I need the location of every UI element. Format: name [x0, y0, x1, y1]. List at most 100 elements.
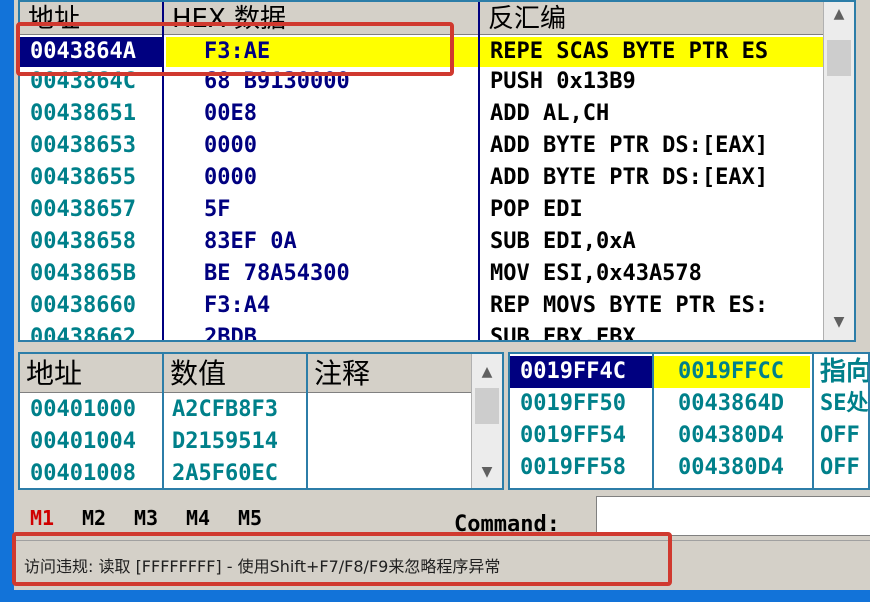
row-hex: F3:A4 [204, 293, 271, 318]
row-asm: ADD AL,CH [490, 101, 610, 126]
stack-address: 0019FF58 [520, 455, 626, 480]
row-address: 00438662 [30, 325, 136, 342]
stack-value: 004380D4 [678, 423, 784, 448]
stack-comment: OFF [820, 423, 860, 448]
disasm-scrollbar[interactable]: ▲ ▼ [823, 2, 854, 340]
scroll-thumb[interactable] [475, 388, 499, 424]
stack-address: 0019FF4C [520, 359, 626, 384]
dump-pane[interactable]: 地址 数值 注释 00401000 A2CFB8F3 00401004 D215… [18, 352, 504, 490]
column-divider [162, 354, 164, 488]
row-address: 00438655 [30, 165, 136, 190]
disasm-row[interactable]: 0043864A F3:AE REPE SCAS BYTE PTR ES [20, 36, 826, 68]
header-address[interactable]: 地址 [20, 2, 164, 34]
dump-address: 00401008 [30, 461, 136, 486]
disasm-row[interactable]: 00438657 5F POP EDI [20, 194, 826, 226]
row-address: 0043864C [30, 69, 136, 94]
tab-m3[interactable]: M3 [134, 506, 158, 530]
row-hex: F3:AE [204, 39, 271, 64]
stack-row[interactable]: 0019FF54 004380D4 OFF [510, 420, 868, 452]
row-hex: 83EF 0A [204, 229, 297, 254]
stack-value: 004380D4 [678, 455, 784, 480]
row-asm: POP EDI [490, 197, 583, 222]
dump-row[interactable]: 00401000 A2CFB8F3 [20, 394, 472, 426]
dump-value: 2A5F60EC [172, 461, 278, 486]
scroll-up-icon[interactable]: ▲ [824, 6, 854, 22]
stack-row[interactable]: 0019FF58 004380D4 OFF [510, 452, 868, 484]
row-hex: 0000 [204, 133, 257, 158]
disasm-row[interactable]: 00438655 0000 ADD BYTE PTR DS:[EAX] [20, 162, 826, 194]
stack-pane[interactable]: 0019FF4C 0019FFCC 指向 0019FF50 0043864D S… [508, 352, 870, 490]
stack-comment: OFF [820, 455, 860, 480]
stack-row[interactable]: 0019FF50 0043864D SE处 [510, 388, 869, 420]
row-address: 00438651 [30, 101, 136, 126]
row-address: 0043865B [30, 261, 136, 286]
tab-m1[interactable]: M1 [30, 506, 54, 530]
dump-address: 00401004 [30, 429, 136, 454]
tab-m2[interactable]: M2 [82, 506, 106, 530]
command-bar: M1 M2 M3 M4 M5 Command: [14, 494, 870, 538]
row-hex: 68 B9130000 [204, 69, 350, 94]
stack-address: 0019FF54 [520, 423, 626, 448]
dump-row[interactable]: 00401008 2A5F60EC [20, 458, 472, 488]
dump-scrollbar[interactable]: ▲ ▼ [471, 354, 502, 488]
disassembly-pane[interactable]: 地址 HEX 数据 反汇编 0043864A F3:AE REPE SCAS B… [18, 0, 856, 342]
row-hex: 0000 [204, 165, 257, 190]
row-address: 0043864A [30, 39, 136, 64]
row-asm: ADD BYTE PTR DS:[EAX] [490, 133, 769, 158]
row-hex: 5F [204, 197, 231, 222]
row-address: 00438660 [30, 293, 136, 318]
dump-value: D2159514 [172, 429, 278, 454]
stack-value: 0019FFCC [678, 359, 784, 384]
dump-header-value[interactable]: 数值 [164, 354, 308, 392]
stack-comment: SE处 [820, 391, 869, 416]
row-asm: SUB EDI,0xA [490, 229, 636, 254]
status-bar: 访问违规: 读取 [FFFFFFFF] - 使用Shift+F7/F8/F9来忽… [14, 540, 870, 587]
row-hex: 00E8 [204, 101, 257, 126]
header-disasm[interactable]: 反汇编 [480, 2, 826, 34]
status-message: 访问违规: 读取 [FFFFFFFF] - 使用Shift+F7/F8/F9来忽… [24, 557, 501, 576]
command-label: Command: [454, 512, 560, 537]
debugger-window: 地址 HEX 数据 反汇编 0043864A F3:AE REPE SCAS B… [14, 0, 870, 590]
row-address: 00438653 [30, 133, 136, 158]
row-address: 00438657 [30, 197, 136, 222]
dump-address: 00401000 [30, 397, 136, 422]
stack-address: 0019FF50 [520, 391, 626, 416]
disasm-row[interactable]: 00438658 83EF 0A SUB EDI,0xA [20, 226, 826, 258]
scroll-thumb[interactable] [827, 40, 851, 76]
dump-value: A2CFB8F3 [172, 397, 278, 422]
disasm-row[interactable]: 0043864C 68 B9130000 PUSH 0x13B9 [20, 66, 826, 98]
disasm-row[interactable]: 00438651 00E8 ADD AL,CH [20, 98, 826, 130]
row-asm: ADD BYTE PTR DS:[EAX] [490, 165, 769, 190]
disasm-row[interactable]: 00438660 F3:A4 REP MOVS BYTE PTR ES: [20, 290, 826, 322]
column-divider [478, 2, 480, 340]
row-asm: REP MOVS BYTE PTR ES: [490, 293, 769, 318]
column-divider [812, 354, 814, 488]
row-hex: 2BDB [204, 325, 257, 342]
row-asm: PUSH 0x13B9 [490, 69, 636, 94]
tab-m4[interactable]: M4 [186, 506, 210, 530]
header-hex[interactable]: HEX 数据 [164, 2, 480, 34]
dump-header-comment[interactable]: 注释 [308, 354, 472, 392]
dump-header: 地址 数值 注释 [20, 354, 472, 393]
column-divider [162, 2, 164, 340]
column-divider [306, 354, 308, 488]
dump-row[interactable]: 00401004 D2159514 [20, 426, 472, 458]
stack-row[interactable]: 0019FF4C 0019FFCC 指向 [510, 356, 870, 388]
disasm-row[interactable]: 00438653 0000 ADD BYTE PTR DS:[EAX] [20, 130, 826, 162]
scroll-down-icon[interactable]: ▼ [472, 464, 502, 480]
row-address: 00438658 [30, 229, 136, 254]
row-hex: BE 78A54300 [204, 261, 350, 286]
row-asm: SUB EBX,EBX [490, 325, 636, 342]
tab-m5[interactable]: M5 [238, 506, 262, 530]
command-input[interactable] [596, 496, 870, 536]
scroll-down-icon[interactable]: ▼ [824, 314, 854, 330]
dump-header-address[interactable]: 地址 [20, 354, 164, 392]
scroll-up-icon[interactable]: ▲ [472, 364, 502, 380]
row-asm: REPE SCAS BYTE PTR ES [490, 39, 769, 64]
disassembly-header: 地址 HEX 数据 反汇编 [20, 2, 826, 35]
stack-value: 0043864D [678, 391, 784, 416]
column-divider [652, 354, 654, 488]
disasm-row[interactable]: 00438662 2BDB SUB EBX,EBX [20, 322, 826, 342]
stack-comment: 指向 [820, 357, 870, 387]
disasm-row[interactable]: 0043865B BE 78A54300 MOV ESI,0x43A578 [20, 258, 826, 290]
